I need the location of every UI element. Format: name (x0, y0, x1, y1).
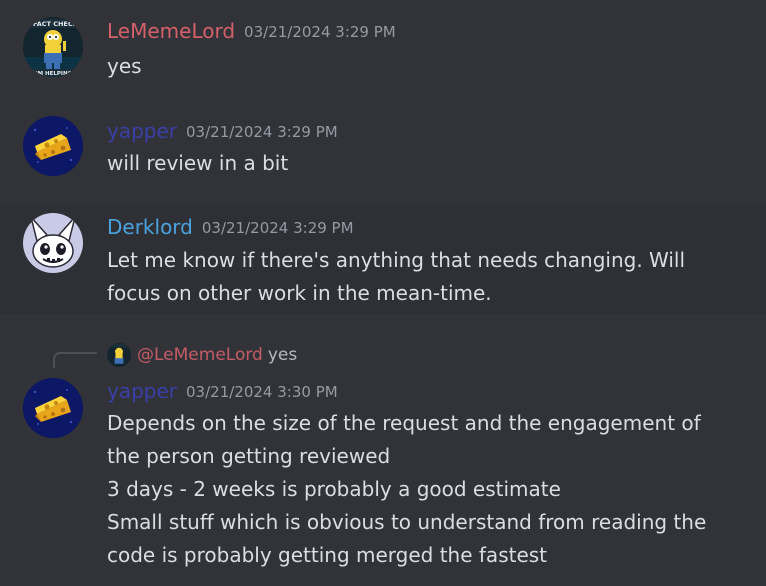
cheese-avatar-icon (23, 378, 83, 438)
user-avatar[interactable] (23, 213, 83, 273)
user-avatar[interactable] (23, 378, 83, 438)
reply-mention[interactable]: @LeMemeLord (137, 345, 263, 365)
chat-message-list[interactable]: I FACT CHECK I'M HELPING LeMemeLord 03/21… (0, 0, 766, 586)
message-content: yes (107, 50, 726, 83)
message-item: yapper 03/21/2024 3:29 PM will review in … (0, 105, 766, 205)
message-header: LeMemeLord 03/21/2024 3:29 PM (107, 18, 396, 44)
username[interactable]: yapper (107, 119, 177, 143)
message-item: yapper 03/21/2024 3:30 PM Depends on the … (0, 370, 766, 586)
timestamp[interactable]: 03/21/2024 3:29 PM (186, 123, 338, 141)
user-avatar[interactable]: I FACT CHECK I'M HELPING (23, 17, 83, 77)
reply-preview[interactable]: @LeMemeLord yes (107, 343, 297, 367)
message-text: Let me know if there's anything that nee… (107, 248, 686, 272)
bunny-mask-avatar-icon (23, 213, 83, 273)
message-item: Derklord 03/21/2024 3:29 PM Let me know i… (0, 205, 766, 314)
message-header: yapper 03/21/2024 3:29 PM (107, 118, 338, 144)
reply-text: yes (267, 345, 298, 365)
username[interactable]: Derklord (107, 215, 193, 239)
message-text: 3 days - 2 weeks is probably a good esti… (107, 477, 561, 501)
message-text: code is probably getting merged the fast… (107, 543, 548, 567)
username[interactable]: yapper (107, 379, 177, 403)
message-content: Depends on the size of the request and t… (107, 407, 726, 572)
message-text: Small stuff which is obvious to understa… (107, 510, 707, 534)
homer-simpson-avatar-icon (107, 343, 131, 367)
reply-spine (53, 352, 97, 368)
message-item: I FACT CHECK I'M HELPING LeMemeLord 03/21… (0, 0, 766, 105)
timestamp[interactable]: 03/21/2024 3:29 PM (202, 219, 354, 237)
message-header: yapper 03/21/2024 3:30 PM (107, 378, 338, 404)
user-avatar[interactable] (23, 116, 83, 176)
message-text: the person getting reviewed (107, 444, 391, 468)
homer-simpson-avatar-icon: I FACT CHECK I'M HELPING (23, 17, 83, 77)
message-text: yes (107, 54, 142, 78)
message-content: Let me know if there's anything that nee… (107, 244, 726, 310)
message-text: will review in a bit (107, 151, 289, 175)
message-content: will review in a bit (107, 147, 726, 180)
cheese-avatar-icon (23, 116, 83, 176)
reply-avatar (107, 343, 131, 367)
username[interactable]: LeMemeLord (107, 19, 235, 43)
message-header: Derklord 03/21/2024 3:29 PM (107, 214, 354, 240)
svg-text:I'M HELPING: I'M HELPING (34, 71, 73, 77)
message-text: Depends on the size of the request and t… (107, 411, 701, 435)
message-text: focus on other work in the mean-time. (107, 281, 492, 305)
timestamp[interactable]: 03/21/2024 3:29 PM (244, 23, 396, 41)
timestamp[interactable]: 03/21/2024 3:30 PM (186, 383, 338, 401)
svg-text:I FACT CHECK: I FACT CHECK (28, 20, 78, 28)
